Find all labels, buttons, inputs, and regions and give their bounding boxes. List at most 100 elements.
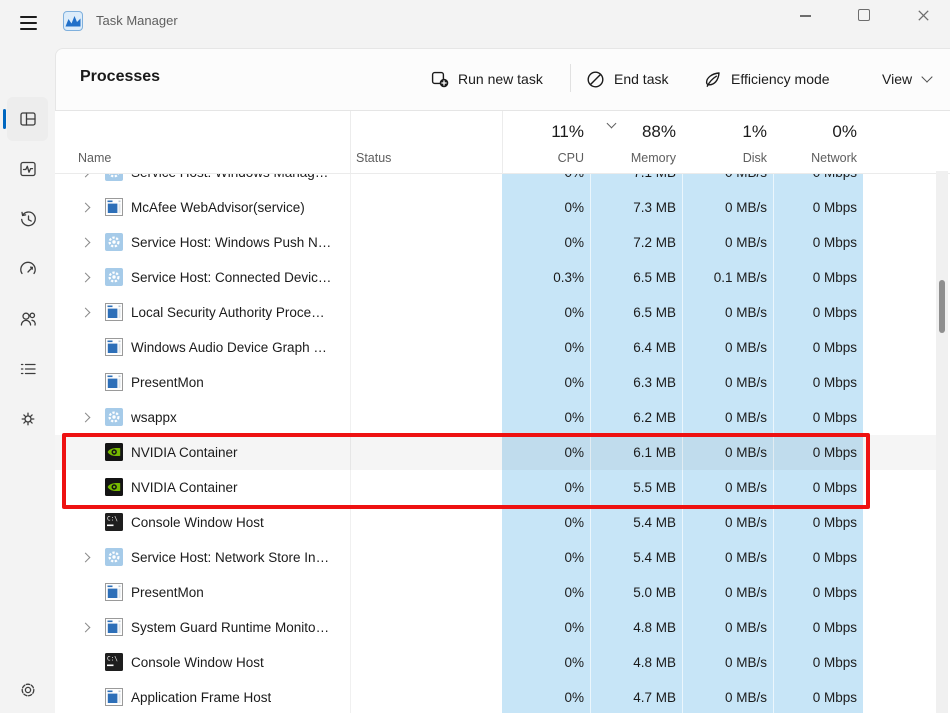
- process-name: Windows Audio Device Graph …: [131, 330, 327, 365]
- window-icon: [105, 618, 123, 636]
- sidebar-item-app-history[interactable]: [7, 197, 48, 241]
- table-row[interactable]: NVIDIA Container0%6.1 MB0 MB/s0 Mbps: [55, 435, 936, 470]
- sidebar-item-startup-apps[interactable]: [7, 247, 48, 291]
- process-name: Service Host: Connected Devic…: [131, 260, 331, 295]
- cpu-value: 0%: [502, 575, 590, 610]
- page-title: Processes: [80, 68, 160, 86]
- scrollbar-thumb[interactable]: [939, 280, 945, 333]
- task-manager-logo-icon: [63, 11, 83, 31]
- hamburger-icon[interactable]: [14, 9, 42, 37]
- disk-label: Disk: [743, 151, 767, 165]
- window-icon: [105, 338, 123, 356]
- details-icon: [18, 359, 38, 379]
- process-name: wsappx: [131, 400, 177, 435]
- disk-value: 0 MB/s: [682, 575, 773, 610]
- expand-chevron-icon[interactable]: [81, 238, 91, 248]
- cpu-value: 0%: [502, 400, 590, 435]
- expand-chevron-icon[interactable]: [81, 623, 91, 633]
- cpu-value: 0.3%: [502, 260, 590, 295]
- window-title: Task Manager: [96, 13, 178, 28]
- cpu-value: 0%: [502, 365, 590, 400]
- network-value: 0 Mbps: [773, 610, 863, 645]
- end-task-button[interactable]: End task: [586, 63, 668, 95]
- gear-icon: [105, 268, 123, 286]
- table-row[interactable]: Service Host: Network Store In…0%5.4 MB0…: [55, 540, 936, 575]
- efficiency-mode-button[interactable]: Efficiency mode: [703, 63, 830, 95]
- column-header-disk[interactable]: 1% Disk: [682, 111, 773, 173]
- close-button[interactable]: [900, 0, 946, 30]
- table-row[interactable]: Local Security Authority Proce…0%6.5 MB0…: [55, 295, 936, 330]
- sidebar-item-details[interactable]: [7, 347, 48, 391]
- column-header-memory[interactable]: 88% Memory: [590, 111, 682, 173]
- memory-label: Memory: [631, 151, 676, 165]
- console-icon: C:\: [105, 513, 123, 531]
- users-icon: [18, 309, 38, 329]
- gear-icon: [105, 233, 123, 251]
- scrollbar-track[interactable]: [936, 171, 948, 713]
- network-value: 0 Mbps: [773, 505, 863, 540]
- column-header-name[interactable]: Name: [78, 151, 111, 165]
- efficiency-mode-icon: [703, 70, 722, 89]
- table-row[interactable]: Service Host: Connected Devic… 0.3%6.5 MB…: [55, 260, 936, 295]
- table-row[interactable]: Service Host: Windows Push N…0%7.2 MB0 M…: [55, 225, 936, 260]
- cpu-value: 0%: [502, 295, 590, 330]
- expand-chevron-icon[interactable]: [81, 413, 91, 423]
- table-row[interactable]: NVIDIA Container0%5.5 MB0 MB/s0 Mbps: [55, 470, 936, 505]
- column-header-status[interactable]: Status: [356, 151, 391, 165]
- table-row[interactable]: Application Frame Host0%4.7 MB0 MB/s0 Mb…: [55, 680, 936, 713]
- expand-chevron-icon[interactable]: [81, 553, 91, 563]
- toolbar-divider: [570, 64, 571, 92]
- network-value: 0 Mbps: [773, 365, 863, 400]
- cpu-value: 0%: [502, 680, 590, 713]
- column-header-network[interactable]: 0% Network: [773, 111, 863, 173]
- cpu-label: CPU: [558, 151, 584, 165]
- cpu-value: 0%: [502, 470, 590, 505]
- memory-value: 6.5 MB: [590, 260, 682, 295]
- selected-accent-bar: [3, 109, 6, 129]
- table-row[interactable]: PresentMon0%5.0 MB0 MB/s0 Mbps: [55, 575, 936, 610]
- maximize-button[interactable]: [841, 0, 887, 30]
- titlebar: Task Manager: [0, 0, 950, 48]
- sidebar-item-performance[interactable]: [7, 147, 48, 191]
- expand-chevron-icon[interactable]: [81, 308, 91, 318]
- expand-chevron-icon[interactable]: [81, 203, 91, 213]
- sidebar-item-processes[interactable]: [7, 97, 48, 141]
- sidebar-item-settings[interactable]: [7, 668, 48, 712]
- disk-value: 0 MB/s: [682, 645, 773, 680]
- table-row[interactable]: C:\Console Window Host0%4.8 MB0 MB/s0 Mb…: [55, 645, 936, 680]
- minimize-button[interactable]: [782, 0, 828, 30]
- column-header-cpu[interactable]: 11% CPU: [502, 111, 590, 173]
- startup-apps-icon: [18, 259, 38, 279]
- sidebar-item-services[interactable]: [7, 397, 48, 441]
- window-icon: [105, 373, 123, 391]
- sidebar-item-users[interactable]: [7, 297, 48, 341]
- table-row[interactable]: McAfee WebAdvisor(service)0%7.3 MB0 MB/s…: [55, 190, 936, 225]
- disk-value: 0 MB/s: [682, 540, 773, 575]
- memory-value: 6.1 MB: [590, 435, 682, 470]
- cpu-value: 0%: [502, 610, 590, 645]
- settings-icon: [18, 680, 38, 700]
- memory-value: 5.0 MB: [590, 575, 682, 610]
- disk-value: 0 MB/s: [682, 470, 773, 505]
- network-value: 0 Mbps: [773, 295, 863, 330]
- process-name: Console Window Host: [131, 645, 264, 680]
- network-value: 0 Mbps: [773, 225, 863, 260]
- view-label: View: [882, 71, 912, 87]
- process-table-body: Service Host: Windows Manag…0%7.1 MB0 MB…: [55, 155, 950, 713]
- run-new-task-button[interactable]: Run new task: [431, 63, 543, 95]
- table-row[interactable]: Windows Audio Device Graph …0%6.4 MB0 MB…: [55, 330, 936, 365]
- services-icon: [18, 409, 38, 429]
- view-dropdown[interactable]: View: [882, 63, 931, 95]
- window-icon: [105, 198, 123, 216]
- table-row[interactable]: System Guard Runtime Monito…0%4.8 MB0 MB…: [55, 610, 936, 645]
- network-value: 0 Mbps: [773, 260, 863, 295]
- memory-value: 7.3 MB: [590, 190, 682, 225]
- expand-chevron-icon[interactable]: [81, 273, 91, 283]
- table-row[interactable]: C:\Console Window Host0%5.4 MB0 MB/s0 Mb…: [55, 505, 936, 540]
- disk-value: 0 MB/s: [682, 190, 773, 225]
- process-name: NVIDIA Container: [131, 470, 238, 505]
- table-row[interactable]: PresentMon0%6.3 MB0 MB/s0 Mbps: [55, 365, 936, 400]
- cpu-value: 0%: [502, 190, 590, 225]
- table-row[interactable]: wsappx0%6.2 MB0 MB/s0 Mbps: [55, 400, 936, 435]
- memory-value: 6.2 MB: [590, 400, 682, 435]
